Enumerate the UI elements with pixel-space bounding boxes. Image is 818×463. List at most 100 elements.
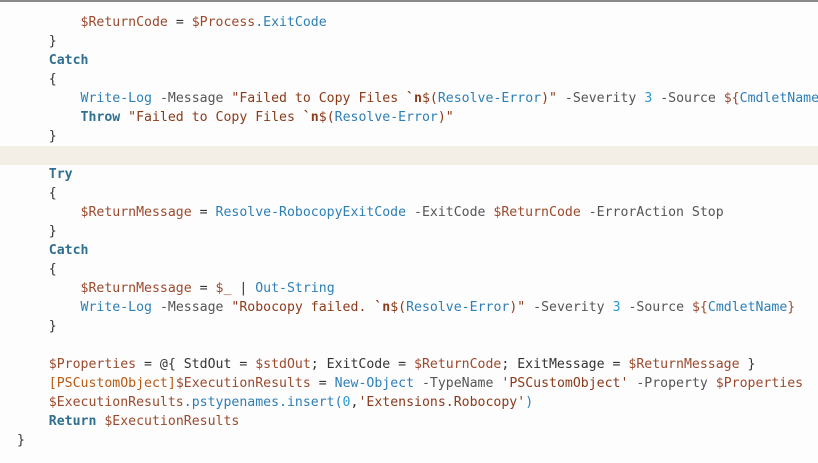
code-token: $Process — [191, 15, 256, 30]
code-token: )" — [509, 300, 526, 315]
code-token: -Severity — [525, 300, 613, 315]
code-line[interactable]: } — [0, 317, 818, 336]
code-line[interactable]: { — [0, 260, 818, 279]
code-line[interactable]: Return $ExecutionResults — [0, 412, 818, 431]
code-token: { — [17, 186, 57, 201]
code-token: $ReturnMessage — [80, 205, 192, 220]
code-token: $ReturnCode — [493, 205, 581, 220]
code-token: { — [17, 262, 57, 277]
code-token: Resolve-Error — [334, 110, 438, 125]
code-token: `n — [406, 91, 422, 106]
code-token: Out-String — [255, 281, 335, 296]
code-token: Resolve-RobocopyExitCode — [215, 205, 407, 220]
code-token: "Failed to Copy Files — [120, 110, 303, 125]
code-line[interactable]: { — [0, 70, 818, 89]
code-token: } — [17, 319, 57, 334]
code-line[interactable]: Catch — [0, 51, 818, 70]
code-line[interactable]: } — [0, 127, 818, 146]
code-token: CmdletName — [739, 91, 818, 106]
code-line[interactable]: Throw "Failed to Copy Files `n$(Resolve-… — [0, 108, 818, 127]
code-line[interactable]: $ReturnMessage = Resolve-RobocopyExitCod… — [0, 203, 818, 222]
code-token: .pstypenames.insert( — [183, 395, 343, 410]
code-token: } — [17, 433, 25, 448]
code-token: ; ExitCode = — [310, 357, 414, 372]
code-token: ${ — [723, 91, 740, 106]
code-token: 'PSCustomObject' — [501, 376, 629, 391]
code-token: Catch — [48, 53, 89, 68]
code-token: ) — [525, 395, 534, 410]
code-line[interactable]: $ExecutionResults.pstypenames.insert(0,'… — [0, 393, 818, 412]
code-line[interactable]: Write-Log -Message "Robocopy failed. `n$… — [0, 298, 818, 317]
code-token: Return — [48, 414, 97, 429]
code-token: 'Extensions.Robocopy' — [358, 395, 526, 410]
code-line[interactable]: Catch — [0, 241, 818, 260]
code-token: } — [17, 224, 57, 239]
code-token: Resolve-Error — [437, 91, 542, 106]
code-token: $( — [318, 110, 335, 125]
code-token: $ReturnMessage — [628, 357, 740, 372]
code-token: $_ — [215, 281, 232, 296]
code-token: Catch — [48, 243, 89, 258]
code-token: } — [17, 129, 57, 144]
code-token: ${ — [691, 300, 708, 315]
code-token: .ExitCode — [255, 15, 327, 30]
code-editor[interactable]: $ReturnCode = $Process.ExitCode } Catch … — [0, 0, 818, 463]
code-token: $ExecutionResults — [48, 395, 184, 410]
code-token: = @{ StdOut = — [136, 357, 256, 372]
code-token: ; ExitMessage = — [501, 357, 629, 372]
code-token: `n — [374, 300, 391, 315]
code-line[interactable]: $ReturnCode = $Process.ExitCode — [0, 13, 818, 32]
code-line[interactable] — [0, 336, 818, 355]
code-token: = — [167, 15, 192, 30]
code-line[interactable]: Write-Log -Message "Failed to Copy Files… — [0, 89, 818, 108]
code-token: = — [310, 376, 335, 391]
code-token: | — [231, 281, 256, 296]
code-token: -TypeName — [414, 376, 502, 391]
code-token: $ReturnCode — [414, 357, 502, 372]
code-line[interactable]: Try — [0, 165, 818, 184]
code-line[interactable]: } — [0, 222, 818, 241]
code-token: 3 — [612, 300, 621, 315]
code-token: -Property — [628, 376, 716, 391]
code-token: Write-Log — [80, 91, 152, 106]
code-token: -Message — [152, 300, 232, 315]
code-token: )" — [437, 110, 454, 125]
code-line[interactable]: } — [0, 32, 818, 51]
code-token: = — [191, 281, 216, 296]
code-token: $ExecutionResults — [104, 414, 240, 429]
code-token: [PSCustomObject] — [48, 376, 176, 391]
code-line[interactable]: } — [0, 431, 818, 450]
code-token: )" — [541, 91, 557, 106]
code-token: = — [191, 205, 216, 220]
code-token: $ReturnCode — [80, 15, 168, 30]
code-token: $stdOut — [255, 357, 311, 372]
code-token: $( — [390, 300, 407, 315]
code-line[interactable]: [PSCustomObject]$ExecutionResults = New-… — [0, 374, 818, 393]
code-token: Throw — [80, 110, 121, 125]
code-line[interactable]: $Properties = @{ StdOut = $stdOut; ExitC… — [0, 355, 818, 374]
code-token: New-Object — [334, 376, 415, 391]
code-token: $Properties — [48, 357, 137, 372]
code-token: -Severity — [556, 91, 645, 106]
code-line[interactable]: { — [0, 184, 818, 203]
code-token: } — [17, 34, 57, 49]
code-token: $( — [421, 91, 438, 106]
code-token: "Robocopy failed. — [231, 300, 375, 315]
code-token: -Source — [652, 91, 724, 106]
code-token: -ErrorAction Stop — [580, 205, 724, 220]
code-token: "Failed to Copy Files — [231, 91, 407, 106]
code-token: -Source — [620, 300, 692, 315]
code-line[interactable]: $ReturnMessage = $_ | Out-String — [0, 279, 818, 298]
code-token: $Properties — [715, 376, 804, 391]
current-line[interactable] — [0, 146, 818, 165]
